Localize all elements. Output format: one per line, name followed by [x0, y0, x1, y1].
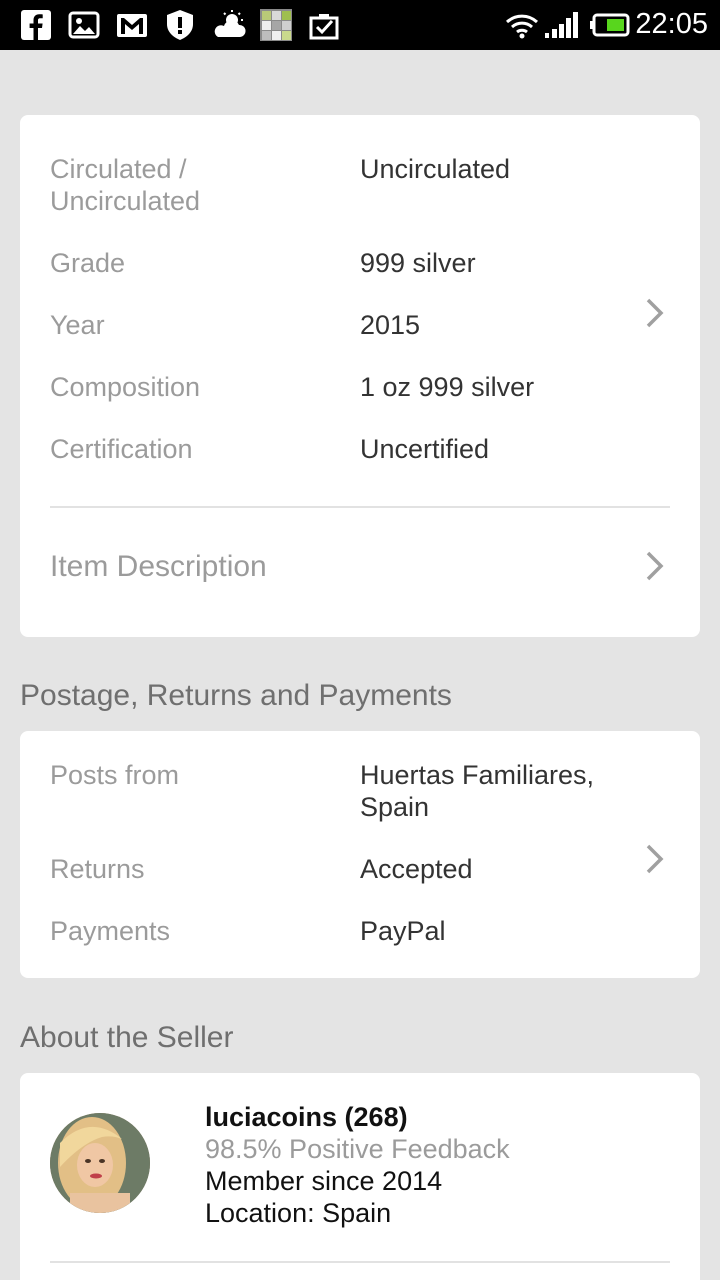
clock: 22:05: [635, 8, 708, 40]
specifics-row[interactable]: Circulated / Uncirculated Uncirculated: [50, 153, 650, 223]
app-icon: [260, 9, 292, 41]
seller-name[interactable]: luciacoins (268): [205, 1101, 408, 1133]
postage-row: Posts from Huertas Familiares, Spain: [50, 759, 650, 829]
weather-icon: [214, 10, 246, 37]
postage-label: Posts from: [50, 760, 180, 790]
postage-value: Huertas Familiares, Spain: [360, 760, 595, 822]
status-bar: 22:05: [0, 0, 720, 50]
specifics-value: 999 silver: [360, 248, 476, 278]
gallery-icon: [68, 11, 100, 39]
postage-card[interactable]: Posts from Huertas Familiares, Spain Ret…: [20, 731, 700, 978]
seller-avatar[interactable]: [50, 1113, 150, 1213]
signal-icon: [545, 12, 578, 38]
section-title-seller: About the Seller: [20, 1021, 234, 1054]
shield-icon: [167, 10, 193, 40]
chevron-right-icon[interactable]: [643, 296, 667, 330]
seller-member-since: Member since 2014: [205, 1166, 443, 1196]
specifics-row[interactable]: Year 2015: [50, 309, 650, 345]
postage-value: PayPal: [360, 916, 446, 946]
chevron-right-icon: [646, 551, 664, 581]
seller-photo: [50, 1113, 150, 1213]
seller-feedback: 98.5% Positive Feedback: [205, 1134, 510, 1164]
specifics-label: Year: [50, 310, 105, 340]
specifics-row[interactable]: Certification Uncertified: [50, 433, 650, 469]
item-details-scroll[interactable]: Circulated / Uncirculated Uncirculated G…: [0, 50, 720, 1280]
specifics-row[interactable]: Grade 999 silver: [50, 247, 650, 283]
specifics-value: Uncertified: [360, 434, 490, 464]
item-specifics-card: Circulated / Uncirculated Uncirculated G…: [20, 115, 700, 637]
specifics-label: Grade: [50, 248, 126, 278]
specifics-label: Circulated / Uncirculated: [50, 154, 201, 216]
chevron-right-icon: [646, 844, 664, 874]
seller-card[interactable]: luciacoins (268) 98.5% Positive Feedback…: [20, 1073, 700, 1280]
specifics-label: Composition: [50, 372, 201, 402]
specifics-value: Uncirculated: [360, 154, 511, 184]
postage-row: Returns Accepted: [50, 853, 650, 889]
facebook-icon: [21, 10, 51, 40]
section-title-postage: Postage, Returns and Payments: [20, 679, 452, 712]
specifics-value: 2015: [360, 310, 421, 340]
postage-label: Returns: [50, 854, 145, 884]
item-description-label: Item Description: [50, 550, 267, 583]
specifics-label: Certification: [50, 434, 193, 464]
wifi-icon: [505, 14, 539, 39]
clipboard-check-icon: [309, 14, 339, 40]
item-description-link[interactable]: Item Description: [20, 509, 700, 635]
divider: [50, 1261, 670, 1263]
postage-value: Accepted: [360, 854, 473, 884]
postage-row: Payments PayPal: [50, 915, 650, 951]
specifics-value: 1 oz 999 silver: [360, 372, 535, 402]
divider: [50, 506, 670, 508]
battery-icon: [590, 13, 630, 37]
postage-label: Payments: [50, 916, 171, 946]
specifics-row[interactable]: Composition 1 oz 999 silver: [50, 371, 650, 407]
seller-location: Location: Spain: [205, 1198, 392, 1228]
gmail-icon: [117, 14, 147, 37]
